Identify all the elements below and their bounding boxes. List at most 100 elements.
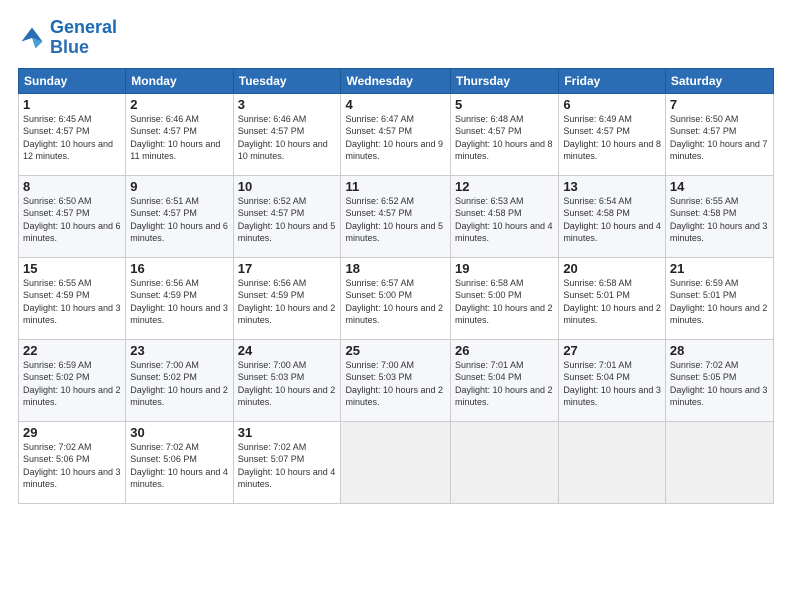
day-info: Sunrise: 6:55 AMSunset: 4:59 PMDaylight:… [23, 277, 121, 327]
day-info: Sunrise: 6:45 AMSunset: 4:57 PMDaylight:… [23, 113, 121, 163]
day-number: 28 [670, 343, 769, 358]
calendar-cell: 24 Sunrise: 7:00 AMSunset: 5:03 PMDaylig… [233, 339, 341, 421]
day-info: Sunrise: 7:02 AMSunset: 5:05 PMDaylight:… [670, 359, 769, 409]
day-info: Sunrise: 6:51 AMSunset: 4:57 PMDaylight:… [130, 195, 228, 245]
day-info: Sunrise: 7:01 AMSunset: 5:04 PMDaylight:… [455, 359, 554, 409]
day-info: Sunrise: 6:52 AMSunset: 4:57 PMDaylight:… [238, 195, 337, 245]
calendar-cell [341, 421, 451, 503]
calendar-cell: 29 Sunrise: 7:02 AMSunset: 5:06 PMDaylig… [19, 421, 126, 503]
day-info: Sunrise: 7:00 AMSunset: 5:03 PMDaylight:… [345, 359, 446, 409]
calendar-cell: 25 Sunrise: 7:00 AMSunset: 5:03 PMDaylig… [341, 339, 451, 421]
day-number: 16 [130, 261, 228, 276]
day-number: 12 [455, 179, 554, 194]
day-number: 4 [345, 97, 446, 112]
day-number: 23 [130, 343, 228, 358]
day-info: Sunrise: 6:56 AMSunset: 4:59 PMDaylight:… [130, 277, 228, 327]
calendar-week-row: 29 Sunrise: 7:02 AMSunset: 5:06 PMDaylig… [19, 421, 774, 503]
calendar-week-row: 8 Sunrise: 6:50 AMSunset: 4:57 PMDayligh… [19, 175, 774, 257]
calendar-cell: 2 Sunrise: 6:46 AMSunset: 4:57 PMDayligh… [126, 93, 233, 175]
day-number: 22 [23, 343, 121, 358]
day-info: Sunrise: 6:50 AMSunset: 4:57 PMDaylight:… [670, 113, 769, 163]
day-info: Sunrise: 7:02 AMSunset: 5:07 PMDaylight:… [238, 441, 337, 491]
day-number: 2 [130, 97, 228, 112]
day-number: 25 [345, 343, 446, 358]
calendar-cell: 21 Sunrise: 6:59 AMSunset: 5:01 PMDaylig… [665, 257, 773, 339]
calendar-cell: 20 Sunrise: 6:58 AMSunset: 5:01 PMDaylig… [559, 257, 666, 339]
day-info: Sunrise: 6:49 AMSunset: 4:57 PMDaylight:… [563, 113, 661, 163]
day-number: 5 [455, 97, 554, 112]
day-number: 10 [238, 179, 337, 194]
day-number: 15 [23, 261, 121, 276]
day-info: Sunrise: 6:55 AMSunset: 4:58 PMDaylight:… [670, 195, 769, 245]
weekday-header: Monday [126, 68, 233, 93]
day-info: Sunrise: 6:58 AMSunset: 5:00 PMDaylight:… [455, 277, 554, 327]
page-container: General Blue SundayMondayTuesdayWednesda… [0, 0, 792, 612]
calendar-cell: 23 Sunrise: 7:00 AMSunset: 5:02 PMDaylig… [126, 339, 233, 421]
weekday-header-row: SundayMondayTuesdayWednesdayThursdayFrid… [19, 68, 774, 93]
day-info: Sunrise: 7:02 AMSunset: 5:06 PMDaylight:… [23, 441, 121, 491]
calendar-cell: 31 Sunrise: 7:02 AMSunset: 5:07 PMDaylig… [233, 421, 341, 503]
day-number: 9 [130, 179, 228, 194]
day-number: 21 [670, 261, 769, 276]
logo: General Blue [18, 18, 117, 58]
day-number: 7 [670, 97, 769, 112]
calendar-cell: 18 Sunrise: 6:57 AMSunset: 5:00 PMDaylig… [341, 257, 451, 339]
day-number: 29 [23, 425, 121, 440]
calendar-cell: 8 Sunrise: 6:50 AMSunset: 4:57 PMDayligh… [19, 175, 126, 257]
calendar-cell [559, 421, 666, 503]
calendar-cell: 6 Sunrise: 6:49 AMSunset: 4:57 PMDayligh… [559, 93, 666, 175]
day-number: 11 [345, 179, 446, 194]
day-info: Sunrise: 7:00 AMSunset: 5:03 PMDaylight:… [238, 359, 337, 409]
calendar-cell: 12 Sunrise: 6:53 AMSunset: 4:58 PMDaylig… [451, 175, 559, 257]
logo-icon [18, 24, 46, 52]
day-number: 6 [563, 97, 661, 112]
calendar-cell: 7 Sunrise: 6:50 AMSunset: 4:57 PMDayligh… [665, 93, 773, 175]
day-number: 19 [455, 261, 554, 276]
day-number: 13 [563, 179, 661, 194]
calendar-cell [451, 421, 559, 503]
calendar-cell [665, 421, 773, 503]
weekday-header: Friday [559, 68, 666, 93]
day-number: 27 [563, 343, 661, 358]
day-number: 18 [345, 261, 446, 276]
day-number: 8 [23, 179, 121, 194]
weekday-header: Tuesday [233, 68, 341, 93]
weekday-header: Wednesday [341, 68, 451, 93]
calendar-week-row: 15 Sunrise: 6:55 AMSunset: 4:59 PMDaylig… [19, 257, 774, 339]
day-info: Sunrise: 6:59 AMSunset: 5:02 PMDaylight:… [23, 359, 121, 409]
day-number: 3 [238, 97, 337, 112]
day-number: 17 [238, 261, 337, 276]
calendar-cell: 30 Sunrise: 7:02 AMSunset: 5:06 PMDaylig… [126, 421, 233, 503]
calendar-cell: 26 Sunrise: 7:01 AMSunset: 5:04 PMDaylig… [451, 339, 559, 421]
day-info: Sunrise: 7:02 AMSunset: 5:06 PMDaylight:… [130, 441, 228, 491]
day-number: 20 [563, 261, 661, 276]
day-info: Sunrise: 6:46 AMSunset: 4:57 PMDaylight:… [130, 113, 228, 163]
day-info: Sunrise: 6:53 AMSunset: 4:58 PMDaylight:… [455, 195, 554, 245]
calendar-cell: 16 Sunrise: 6:56 AMSunset: 4:59 PMDaylig… [126, 257, 233, 339]
calendar-week-row: 1 Sunrise: 6:45 AMSunset: 4:57 PMDayligh… [19, 93, 774, 175]
calendar-cell: 3 Sunrise: 6:46 AMSunset: 4:57 PMDayligh… [233, 93, 341, 175]
weekday-header: Thursday [451, 68, 559, 93]
logo-text: General Blue [50, 18, 117, 58]
day-info: Sunrise: 6:47 AMSunset: 4:57 PMDaylight:… [345, 113, 446, 163]
day-info: Sunrise: 6:50 AMSunset: 4:57 PMDaylight:… [23, 195, 121, 245]
calendar-cell: 27 Sunrise: 7:01 AMSunset: 5:04 PMDaylig… [559, 339, 666, 421]
header: General Blue [18, 18, 774, 58]
calendar-cell: 19 Sunrise: 6:58 AMSunset: 5:00 PMDaylig… [451, 257, 559, 339]
calendar-cell: 1 Sunrise: 6:45 AMSunset: 4:57 PMDayligh… [19, 93, 126, 175]
day-number: 1 [23, 97, 121, 112]
calendar-table: SundayMondayTuesdayWednesdayThursdayFrid… [18, 68, 774, 504]
calendar-cell: 28 Sunrise: 7:02 AMSunset: 5:05 PMDaylig… [665, 339, 773, 421]
calendar-cell: 4 Sunrise: 6:47 AMSunset: 4:57 PMDayligh… [341, 93, 451, 175]
day-info: Sunrise: 6:57 AMSunset: 5:00 PMDaylight:… [345, 277, 446, 327]
day-number: 14 [670, 179, 769, 194]
day-info: Sunrise: 6:58 AMSunset: 5:01 PMDaylight:… [563, 277, 661, 327]
day-number: 26 [455, 343, 554, 358]
day-info: Sunrise: 7:01 AMSunset: 5:04 PMDaylight:… [563, 359, 661, 409]
calendar-week-row: 22 Sunrise: 6:59 AMSunset: 5:02 PMDaylig… [19, 339, 774, 421]
calendar-cell: 22 Sunrise: 6:59 AMSunset: 5:02 PMDaylig… [19, 339, 126, 421]
calendar-cell: 9 Sunrise: 6:51 AMSunset: 4:57 PMDayligh… [126, 175, 233, 257]
day-info: Sunrise: 6:52 AMSunset: 4:57 PMDaylight:… [345, 195, 446, 245]
calendar-cell: 15 Sunrise: 6:55 AMSunset: 4:59 PMDaylig… [19, 257, 126, 339]
day-info: Sunrise: 7:00 AMSunset: 5:02 PMDaylight:… [130, 359, 228, 409]
